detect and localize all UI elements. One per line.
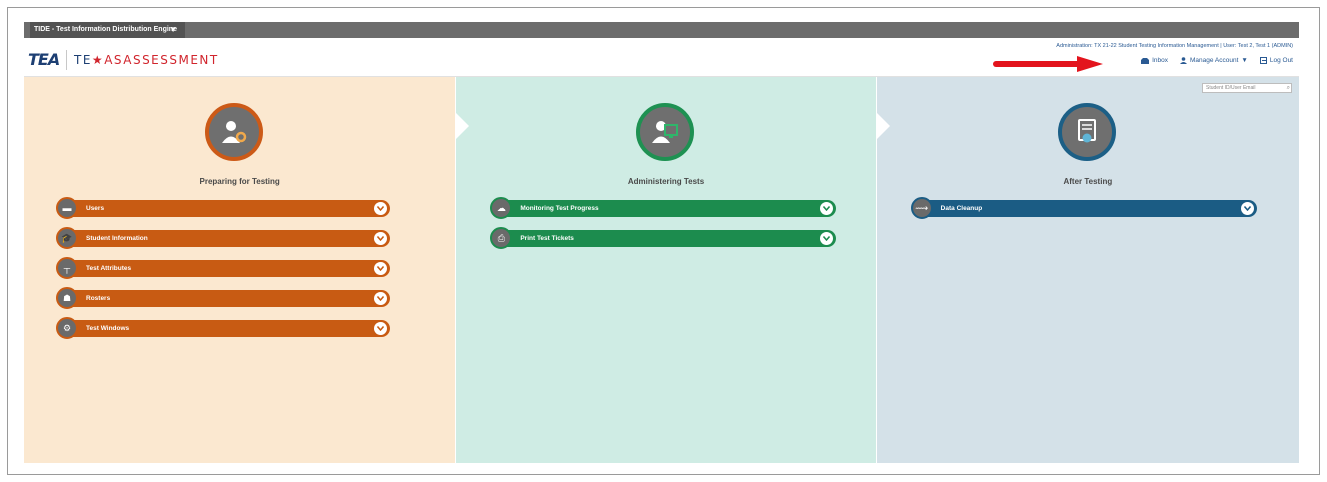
inbox-link[interactable]: Inbox xyxy=(1141,57,1168,64)
logo-divider xyxy=(66,50,67,70)
item-label: Student Information xyxy=(86,235,148,242)
manage-account-label: Manage Account xyxy=(1189,57,1239,64)
header: TEA TE★ASASSESSMENT Administration: TX 2… xyxy=(24,38,1299,77)
expand-icon[interactable] xyxy=(820,232,834,245)
expand-icon[interactable] xyxy=(374,202,387,215)
user-icon xyxy=(1179,57,1187,64)
item-label: Test Attributes xyxy=(86,265,132,272)
logout-icon xyxy=(1259,57,1267,64)
annotation-arrow xyxy=(993,56,1103,72)
expand-icon[interactable] xyxy=(1240,202,1254,215)
accordion-monitoring-test-progress[interactable]: ☁ Monitoring Test Progress xyxy=(490,197,837,219)
monitor-icon: ☁ xyxy=(490,197,513,219)
item-label: Rosters xyxy=(86,295,111,302)
panel-title: Preparing for Testing xyxy=(199,177,280,186)
window-gear-icon: ⚙ xyxy=(56,317,78,339)
expand-icon[interactable] xyxy=(374,322,387,335)
expand-icon[interactable] xyxy=(374,262,387,275)
preparing-icon xyxy=(205,103,263,161)
search-icon[interactable]: ⌕ xyxy=(1287,84,1290,92)
accordion-print-test-tickets[interactable]: ⎙ Print Test Tickets xyxy=(490,227,837,249)
item-label: Monitoring Test Progress xyxy=(520,205,599,212)
administering-icon xyxy=(636,103,695,161)
student-search-input[interactable]: Student ID/User Email ⌕ xyxy=(1202,83,1293,93)
panel-after-testing: Student ID/User Email ⌕ After Testing ⟿ … xyxy=(875,77,1300,463)
accordion-test-windows[interactable]: ⚙ Test Windows xyxy=(56,317,390,339)
top-bar: TIDE - Test Information Distribution Eng… xyxy=(24,22,1299,38)
utility-links: Inbox Manage Account ▼ Log Out xyxy=(1141,57,1293,64)
accordion-rosters[interactable]: ☗ Rosters xyxy=(56,287,390,309)
logout-link[interactable]: Log Out xyxy=(1259,57,1293,64)
panel-title: Administering Tests xyxy=(627,177,705,186)
item-label: Users xyxy=(86,205,105,212)
panel-title: After Testing xyxy=(1063,177,1113,186)
flow-arrow-icon xyxy=(455,112,470,140)
item-label: Print Test Tickets xyxy=(520,235,574,242)
search-placeholder: Student ID/User Email xyxy=(1206,85,1256,91)
accordion-data-cleanup[interactable]: ⟿ Data Cleanup xyxy=(910,197,1257,219)
chevron-down-icon: ▼ xyxy=(1241,57,1248,64)
manage-account-link[interactable]: Manage Account ▼ xyxy=(1179,57,1248,64)
inbox-icon xyxy=(1141,57,1150,64)
app-title: TIDE - Test Information Distribution Eng… xyxy=(34,26,177,33)
accordion-users[interactable]: ▬ Users xyxy=(56,197,390,219)
flow-arrow-icon xyxy=(875,112,890,140)
item-label: Data Cleanup xyxy=(940,205,983,212)
expand-icon[interactable] xyxy=(820,202,834,215)
chevron-down-icon: ▼ xyxy=(169,25,177,34)
print-icon: ⎙ xyxy=(490,227,513,249)
item-label: Test Windows xyxy=(86,325,130,332)
after-testing-icon xyxy=(1057,103,1116,161)
inbox-label: Inbox xyxy=(1152,57,1168,64)
panel-administering: Administering Tests ☁ Monitoring Test Pr… xyxy=(455,77,876,463)
expand-icon[interactable] xyxy=(374,292,387,305)
tea-logo: TEA xyxy=(28,50,60,69)
accordion-test-attributes[interactable]: ┬ Test Attributes xyxy=(56,257,390,279)
accordion-student-information[interactable]: 🎓 Student Information xyxy=(56,227,390,249)
users-icon: ▬ xyxy=(56,197,78,219)
admin-info: Administration: TX 21-22 Student Testing… xyxy=(1056,43,1293,49)
app-switcher[interactable]: TIDE - Test Information Distribution Eng… xyxy=(30,22,185,38)
rosters-icon: ☗ xyxy=(56,287,78,309)
panel-preparing: Preparing for Testing ▬ Users 🎓 Student … xyxy=(24,77,456,463)
logout-label: Log Out xyxy=(1269,57,1293,64)
texas-assessment-logo: TE★ASASSESSMENT xyxy=(74,53,219,67)
expand-icon[interactable] xyxy=(374,232,387,245)
cleanup-icon: ⟿ xyxy=(910,197,933,219)
graduation-cap-icon: 🎓 xyxy=(56,227,78,249)
attributes-icon: ┬ xyxy=(56,257,78,279)
workflow-panels: Preparing for Testing ▬ Users 🎓 Student … xyxy=(24,77,1300,463)
